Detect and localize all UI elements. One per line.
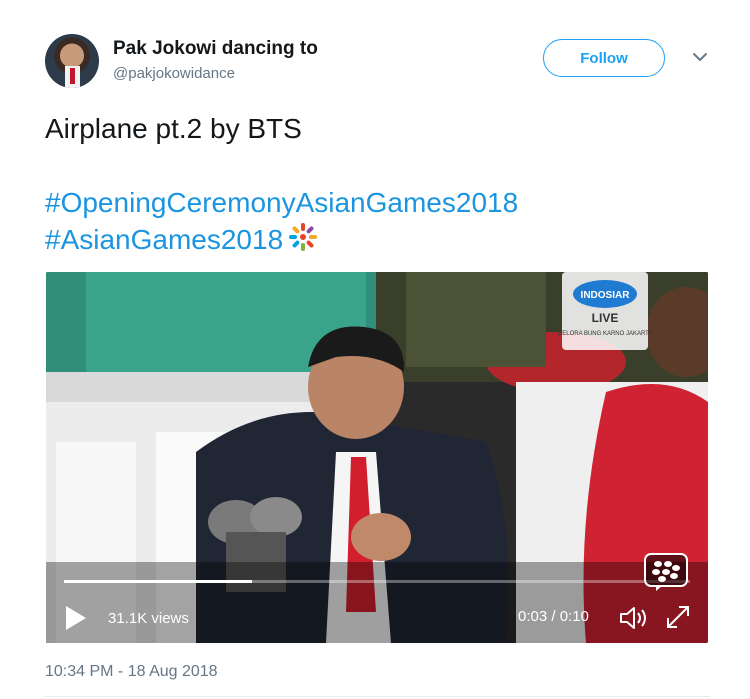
bbm-watermark-icon <box>644 553 688 591</box>
tweet-header: Pak Jokowi dancing to @pakjokowidance Fo… <box>45 34 710 90</box>
overlay-logo-text: INDOSIAR <box>581 290 631 301</box>
volume-icon[interactable] <box>618 604 650 632</box>
avatar[interactable] <box>45 34 99 88</box>
video-player[interactable]: INDOSIAR LIVE GELORA BUNG KARNO JAKARTA … <box>46 272 708 643</box>
progress-bar[interactable] <box>64 580 690 583</box>
expand-icon[interactable] <box>664 603 692 631</box>
author-handle[interactable]: @pakjokowidance <box>113 65 235 82</box>
overlay-location-text: GELORA BUNG KARNO JAKARTA <box>558 331 653 337</box>
hashtag-link[interactable]: #AsianGames2018 <box>45 224 283 255</box>
author-name[interactable]: Pak Jokowi dancing to <box>113 38 318 60</box>
chevron-down-icon[interactable] <box>691 48 709 66</box>
tweet-spacer <box>45 147 518 184</box>
tweet-timestamp[interactable]: 10:34 PM - 18 Aug 2018 <box>45 663 218 681</box>
avatar-tie <box>70 68 75 84</box>
divider <box>45 696 710 697</box>
play-icon[interactable] <box>64 604 88 632</box>
video-time: 0:03 / 0:10 <box>518 608 589 625</box>
tweet-text: Airplane pt.2 by BTS #OpeningCeremonyAsi… <box>45 110 518 258</box>
view-count: 31.1K views <box>108 610 189 627</box>
video-frame: INDOSIAR LIVE GELORA BUNG KARNO JAKARTA <box>46 272 708 643</box>
overlay-live-text: LIVE <box>592 311 619 325</box>
hashtag-link[interactable]: #OpeningCeremonyAsianGames2018 <box>45 187 518 218</box>
follow-button[interactable]: Follow <box>543 39 665 77</box>
asian-games-logo-icon <box>289 223 318 251</box>
tweet-text-line: Airplane pt.2 by BTS <box>45 113 302 144</box>
progress-fill <box>64 580 252 583</box>
